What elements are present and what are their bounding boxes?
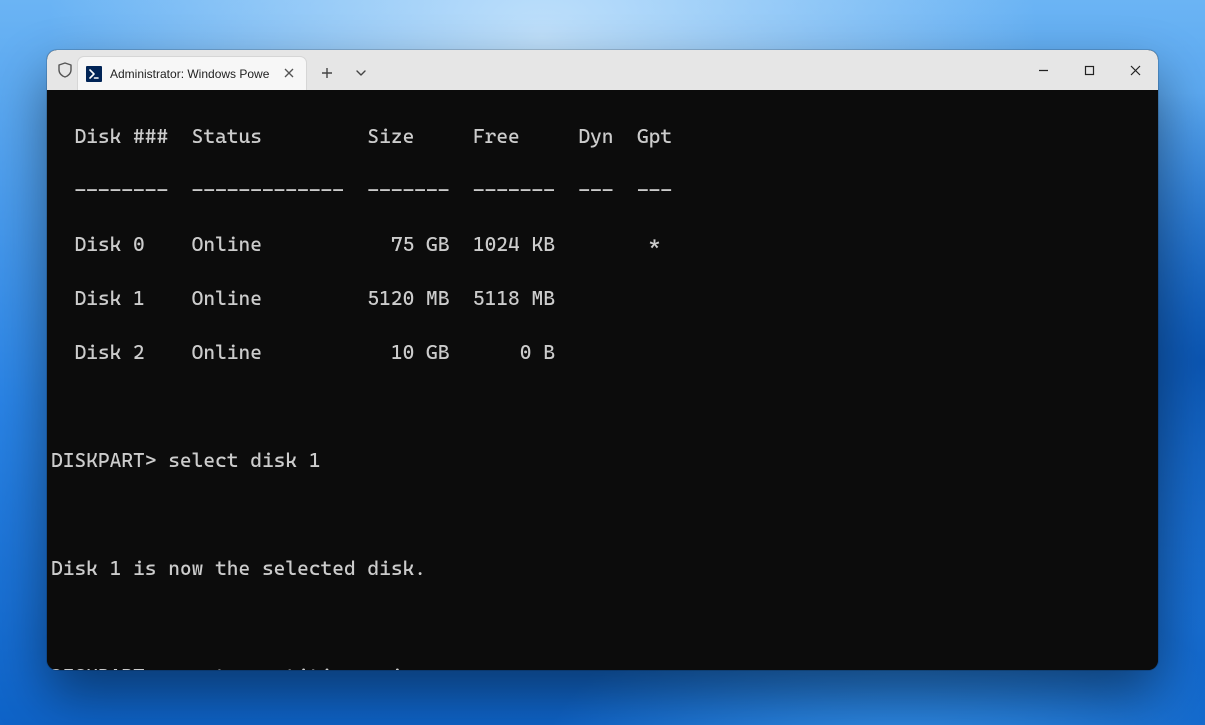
- tab-close-button[interactable]: [280, 67, 298, 80]
- disk-row: Disk 1 Online 5120 MB 5118 MB: [47, 285, 1158, 312]
- disk-row: Disk 2 Online 10 GB 0 B: [47, 339, 1158, 366]
- prompt-line: DISKPART> select disk 1: [47, 447, 1158, 474]
- blank-line: [47, 609, 1158, 636]
- response-line: Disk 1 is now the selected disk.: [47, 555, 1158, 582]
- prompt-line: DISKPART> create partition primary: [47, 663, 1158, 670]
- titlebar[interactable]: Administrator: Windows Powe: [47, 50, 1158, 90]
- close-window-button[interactable]: [1112, 50, 1158, 90]
- terminal-output[interactable]: Disk ### Status Size Free Dyn Gpt ------…: [47, 90, 1158, 670]
- tab-powershell[interactable]: Administrator: Windows Powe: [77, 56, 307, 90]
- maximize-button[interactable]: [1066, 50, 1112, 90]
- tab-actions: [311, 56, 377, 90]
- blank-line: [47, 501, 1158, 528]
- minimize-button[interactable]: [1020, 50, 1066, 90]
- disk-list-header: Disk ### Status Size Free Dyn Gpt: [47, 123, 1158, 150]
- tab-title: Administrator: Windows Powe: [110, 67, 272, 81]
- prompt: DISKPART>: [51, 664, 156, 670]
- command-select-disk: select disk 1: [168, 448, 320, 472]
- tab-dropdown-button[interactable]: [345, 59, 377, 87]
- disk-row: Disk 0 Online 75 GB 1024 KB *: [47, 231, 1158, 258]
- command-create-partition: create partition primary: [168, 664, 449, 670]
- titlebar-drag-region[interactable]: [377, 50, 1020, 90]
- desktop-background: Administrator: Windows Powe: [0, 0, 1205, 725]
- window-controls: [1020, 50, 1158, 90]
- titlebar-left: [47, 50, 73, 90]
- terminal-window: Administrator: Windows Powe: [47, 50, 1158, 670]
- powershell-icon: [86, 66, 102, 82]
- new-tab-button[interactable]: [311, 59, 343, 87]
- prompt: DISKPART>: [51, 448, 156, 472]
- disk-list-divider: -------- ------------- ------- ------- -…: [47, 177, 1158, 204]
- shield-icon: [57, 62, 73, 78]
- blank-line: [47, 393, 1158, 420]
